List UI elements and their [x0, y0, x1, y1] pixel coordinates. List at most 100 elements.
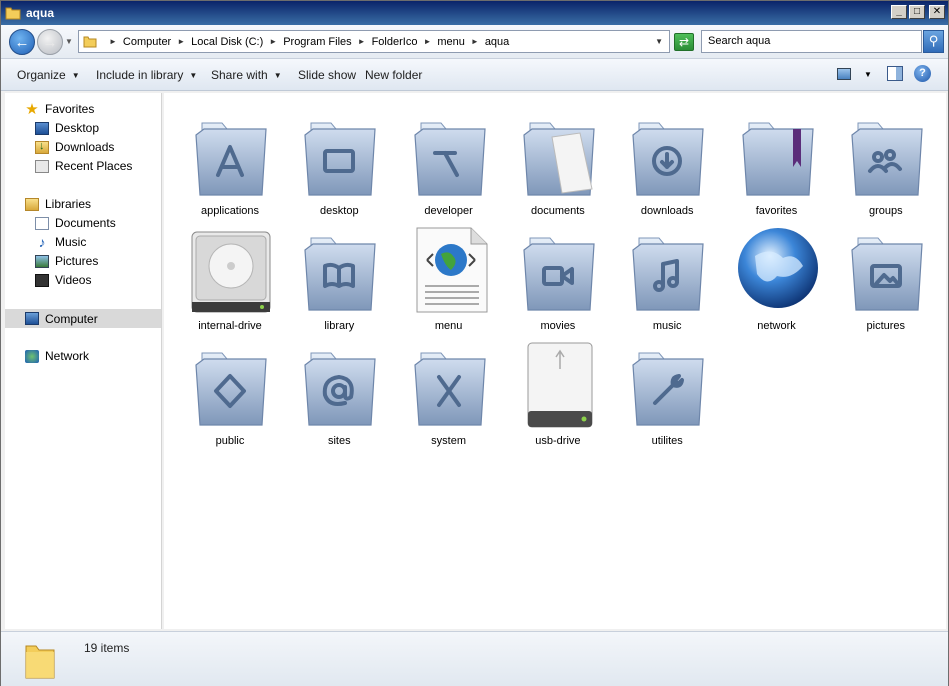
- chevron-down-icon: ▼: [189, 71, 198, 80]
- breadcrumb-computer[interactable]: Computer: [123, 36, 171, 48]
- help-icon[interactable]: ?: [914, 65, 931, 82]
- nav-label: Network: [45, 349, 90, 363]
- item-count: 19 items: [84, 641, 130, 655]
- network-globe-icon: [737, 228, 818, 308]
- nav-libraries[interactable]: Libraries: [25, 197, 91, 211]
- favorites-folder-icon: [741, 122, 814, 196]
- change-view-icon[interactable]: [837, 68, 851, 80]
- file-item-label: pictures: [866, 320, 906, 332]
- nav-label: Music: [55, 235, 87, 249]
- pictures-folder-icon: [851, 237, 923, 311]
- share-with-menu[interactable]: Share with ▼: [211, 68, 282, 82]
- forward-arrow-icon: →: [42, 33, 58, 51]
- breadcrumb-separator-icon[interactable]: ►: [177, 37, 185, 46]
- file-item[interactable]: downloads: [617, 101, 717, 217]
- new-folder-button[interactable]: New folder: [365, 68, 422, 82]
- search-button[interactable]: ⚲: [923, 30, 944, 53]
- file-item[interactable]: groups: [836, 101, 936, 217]
- file-item[interactable]: menu: [399, 216, 499, 332]
- nav-label: Libraries: [45, 197, 92, 211]
- file-item[interactable]: desktop: [289, 101, 389, 217]
- breadcrumb-menu[interactable]: menu: [437, 36, 465, 48]
- back-button[interactable]: ←: [9, 29, 35, 55]
- window-title: aqua: [26, 6, 55, 20]
- search-icon: ⚲: [928, 33, 939, 48]
- file-item-label: usb-drive: [535, 435, 581, 447]
- close-button[interactable]: ✕: [929, 5, 945, 19]
- downloads-folder-icon: [632, 122, 704, 196]
- breadcrumb-folderico[interactable]: FolderIco: [372, 36, 418, 48]
- nav-pictures[interactable]: Pictures: [35, 254, 98, 268]
- address-bar[interactable]: ► Computer ► Local Disk (C:) ► Program F…: [78, 30, 670, 53]
- file-item[interactable]: public: [180, 331, 280, 447]
- breadcrumb-separator-icon[interactable]: ►: [358, 37, 366, 46]
- organize-label: Organize: [17, 68, 66, 82]
- documents-folder-icon: [523, 122, 595, 196]
- breadcrumb-local-disk[interactable]: Local Disk (C:): [191, 36, 263, 48]
- organize-menu[interactable]: Organize ▼: [17, 68, 80, 82]
- nav-label: Downloads: [55, 140, 115, 154]
- groups-folder-icon: [851, 122, 923, 196]
- applications-folder-icon: [195, 122, 267, 196]
- nav-label: Favorites: [45, 102, 95, 116]
- movies-folder-icon: [523, 237, 595, 311]
- html-document-icon: [416, 227, 488, 313]
- file-item[interactable]: system: [399, 331, 499, 447]
- file-item[interactable]: sites: [289, 331, 389, 447]
- desktop-folder-icon: [304, 122, 376, 196]
- forward-button[interactable]: →: [37, 29, 63, 55]
- file-item[interactable]: network: [727, 216, 827, 332]
- file-item[interactable]: favorites: [727, 101, 827, 217]
- breadcrumb-separator-icon[interactable]: ►: [423, 37, 431, 46]
- nav-desktop[interactable]: Desktop: [35, 121, 99, 135]
- breadcrumb-separator-icon[interactable]: ►: [269, 37, 277, 46]
- include-in-library-menu[interactable]: Include in library ▼: [96, 68, 197, 82]
- breadcrumb-aqua[interactable]: aqua: [485, 36, 509, 48]
- file-item[interactable]: library: [289, 216, 389, 332]
- nav-videos[interactable]: Videos: [35, 273, 91, 287]
- documents-icon: [35, 216, 49, 230]
- refresh-icon: ⇄: [678, 35, 690, 49]
- file-item[interactable]: documents: [508, 101, 608, 217]
- nav-downloads[interactable]: Downloads: [35, 140, 114, 154]
- minimize-button[interactable]: _: [891, 5, 907, 19]
- view-options-dropdown-icon[interactable]: ▼: [864, 70, 872, 79]
- breadcrumb-program-files[interactable]: Program Files: [283, 36, 351, 48]
- file-item[interactable]: music: [617, 216, 717, 332]
- slide-show-button[interactable]: Slide show: [298, 68, 356, 82]
- nav-label: Documents: [55, 216, 116, 230]
- star-icon: ★: [25, 100, 39, 118]
- navigation-pane: ★ Favorites Desktop Downloads Recent Pla…: [5, 93, 162, 629]
- breadcrumb-separator-icon[interactable]: ►: [471, 37, 479, 46]
- address-dropdown-icon[interactable]: ▼: [655, 37, 663, 46]
- nav-network[interactable]: Network: [25, 349, 89, 363]
- recent-pages-dropdown[interactable]: ▼: [65, 37, 73, 46]
- file-item[interactable]: movies: [508, 216, 608, 332]
- back-arrow-icon: ←: [14, 33, 30, 51]
- desktop-icon: [35, 121, 49, 135]
- chevron-down-icon: ▼: [71, 71, 80, 80]
- file-item[interactable]: pictures: [836, 216, 936, 332]
- details-pane: 19 items: [1, 631, 948, 686]
- file-list: applications desktop developer documents…: [164, 93, 946, 629]
- file-item[interactable]: applications: [180, 101, 280, 217]
- file-item[interactable]: internal-drive: [180, 216, 280, 332]
- nav-favorites[interactable]: ★ Favorites: [25, 100, 95, 118]
- file-item[interactable]: developer: [399, 101, 499, 217]
- preview-pane-icon[interactable]: [887, 66, 903, 81]
- recent-places-icon: [35, 159, 49, 173]
- search-input[interactable]: Search aqua: [701, 30, 922, 53]
- nav-recent-places[interactable]: Recent Places: [35, 159, 132, 173]
- title-bar[interactable]: aqua _ □ ✕: [1, 1, 948, 25]
- file-item[interactable]: usb-drive: [508, 331, 608, 447]
- file-item[interactable]: utilites: [617, 331, 717, 447]
- refresh-button[interactable]: ⇄: [674, 33, 694, 51]
- breadcrumb-separator-icon[interactable]: ►: [109, 37, 117, 46]
- nav-computer[interactable]: Computer: [5, 309, 161, 328]
- nav-music[interactable]: ♪ Music: [35, 235, 87, 250]
- folder-icon: [83, 36, 97, 47]
- public-folder-icon: [195, 352, 267, 426]
- address-row: ← → ▼ ► Computer ► Local Disk (C:) ► Pro…: [1, 25, 948, 59]
- maximize-button[interactable]: □: [909, 5, 925, 19]
- nav-documents[interactable]: Documents: [35, 216, 116, 230]
